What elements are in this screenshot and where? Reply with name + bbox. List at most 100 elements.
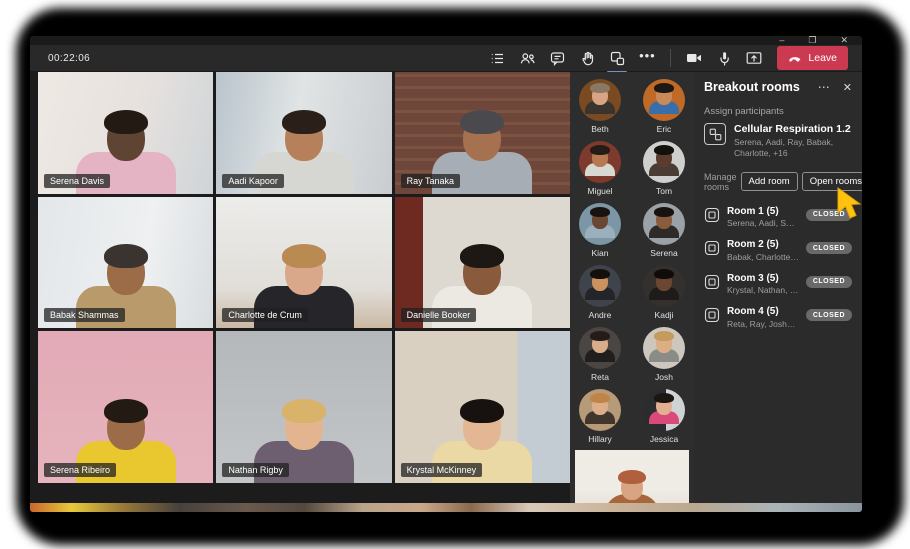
room-status-badge: CLOSED [806,242,852,254]
participant-avatar-cell[interactable]: Hillary [575,389,625,444]
participant-avatar-cell[interactable]: Tom [639,141,689,196]
raise-hand-button[interactable] [574,45,600,71]
avatar-name: Eric [639,124,689,134]
avatar-name: Josh [639,372,689,382]
audio-participants-column: Beth Eric Miguel Tom Kian Serena Andre K… [570,72,694,512]
room-members: Serena, Aadi, Sara, Tom, Eric [727,218,799,228]
meeting-control-bar: 00:22:06 ••• [30,45,862,72]
room-status-badge: CLOSED [806,309,852,321]
meeting-stage: Serena Davis Aadi Kapoor Ray Tanaka Baba… [30,72,862,512]
avatar-name: Kadji [639,310,689,320]
chat-icon [549,50,566,67]
minimize-button[interactable]: – [779,36,784,45]
video-tile[interactable]: Serena Ribeiro [38,331,213,483]
video-tile[interactable]: Serena Davis [38,72,213,194]
meeting-timer: 00:22:06 [48,53,90,64]
avatar-name: Serena [639,248,689,258]
mic-button[interactable] [711,45,737,71]
participant-nameplate: Aadi Kapoor [222,174,284,188]
avatar [643,389,685,431]
video-tile[interactable]: Aadi Kapoor [216,72,391,194]
room-title: Room 3 (5) [727,273,799,286]
video-tile[interactable]: Krystal McKinney [395,331,570,483]
raise-hand-icon [579,50,596,67]
avatar [579,265,621,307]
avatar-name: Andre [575,310,625,320]
participants-button[interactable] [514,45,540,71]
participant-avatar-cell[interactable]: Serena [639,203,689,258]
room-list-item[interactable]: Room 3 (5)Krystal, Nathan, Serena, Andre… [704,273,852,296]
video-tile[interactable]: Nathan Rigby [216,331,391,483]
room-members: Krystal, Nathan, Serena, Andre... [727,285,799,295]
participant-avatar-cell[interactable]: Reta [575,327,625,382]
room-title: Room 1 (5) [727,206,799,219]
session-title: Cellular Respiration 1.2 [734,123,852,136]
room-icon [704,307,720,323]
manage-rooms-label: Manage rooms [704,172,737,192]
avatar [643,141,685,183]
avatar-name: Hillary [575,434,625,444]
more-options-button[interactable]: ••• [634,45,660,71]
room-list-item[interactable]: Room 2 (5)Babak, Charlotte, Danielle, Mi… [704,239,852,262]
leave-button[interactable]: Leave [777,46,848,70]
maximize-button[interactable]: ❐ [808,36,816,45]
assign-participants-label: Assign participants [704,106,852,117]
participant-avatar-cell[interactable]: Kian [575,203,625,258]
participant-nameplate: Nathan Rigby [222,463,289,477]
assignment-summary[interactable]: Cellular Respiration 1.2 Serena, Aadi, R… [704,123,852,159]
hang-up-icon [788,51,802,65]
room-list-item[interactable]: Room 1 (5)Serena, Aadi, Sara, Tom, Eric … [704,206,852,229]
room-icon [704,274,720,290]
room-title: Room 2 (5) [727,239,799,252]
video-grid: Serena Davis Aadi Kapoor Ray Tanaka Baba… [30,72,570,512]
video-tile[interactable]: Danielle Booker [395,197,570,328]
chat-button[interactable] [544,45,570,71]
participant-avatar-cell[interactable]: Miguel [575,141,625,196]
breakout-assignment-icon [704,123,726,145]
breakout-rooms-button[interactable] [604,45,630,71]
avatar-name: Miguel [575,186,625,196]
room-icon [704,240,720,256]
participant-avatar-cell[interactable]: Jessica [639,389,689,444]
room-list-item[interactable]: Room 4 (5)Reta, Ray, Joshua, Darren, Hil… [704,306,852,329]
share-button[interactable] [741,45,767,71]
panel-close-icon[interactable]: ✕ [843,81,852,94]
camera-button[interactable] [681,45,707,71]
participant-avatar-cell[interactable]: Kadji [639,265,689,320]
roster-button[interactable] [484,45,510,71]
participant-nameplate: Serena Ribeiro [44,463,116,477]
panel-title: Breakout rooms [704,80,818,94]
avatar [643,203,685,245]
video-tile[interactable]: Charlotte de Crum [216,197,391,328]
avatar-name: Tom [639,186,689,196]
add-room-button[interactable]: Add room [741,172,798,191]
share-icon [745,49,763,67]
participant-avatar-cell[interactable]: Beth [575,79,625,134]
avatar [579,141,621,183]
room-members: Reta, Ray, Joshua, Darren, Hilla... [727,319,799,329]
avatar-name: Kian [575,248,625,258]
participant-avatar-cell[interactable]: Andre [575,265,625,320]
avatar-name: Beth [575,124,625,134]
participant-avatar-cell[interactable]: Eric [639,79,689,134]
camera-icon [685,49,703,67]
roster-icon [489,50,506,67]
title-bar: – ❐ ✕ [30,36,862,45]
avatar [643,327,685,369]
control-bar-divider [670,49,671,67]
avatar [579,203,621,245]
room-members: Babak, Charlotte, Danielle, Mig... [727,252,799,262]
participant-nameplate: Babak Shammas [44,308,125,322]
session-participants: Serena, Aadi, Ray, Babak, Charlotte, +16 [734,137,852,159]
panel-more-icon[interactable]: ⋯ [818,80,831,94]
video-tile[interactable]: Ray Tanaka [395,72,570,194]
avatar [579,79,621,121]
participant-avatar-cell[interactable]: Josh [639,327,689,382]
teams-meeting-window: – ❐ ✕ 00:22:06 [30,36,862,512]
avatar [643,79,685,121]
video-tile[interactable]: Babak Shammas [38,197,213,328]
room-title: Room 4 (5) [727,306,799,319]
avatar-name: Reta [575,372,625,382]
rooms-list: Room 1 (5)Serena, Aadi, Sara, Tom, Eric … [704,206,852,329]
close-button[interactable]: ✕ [840,36,848,45]
